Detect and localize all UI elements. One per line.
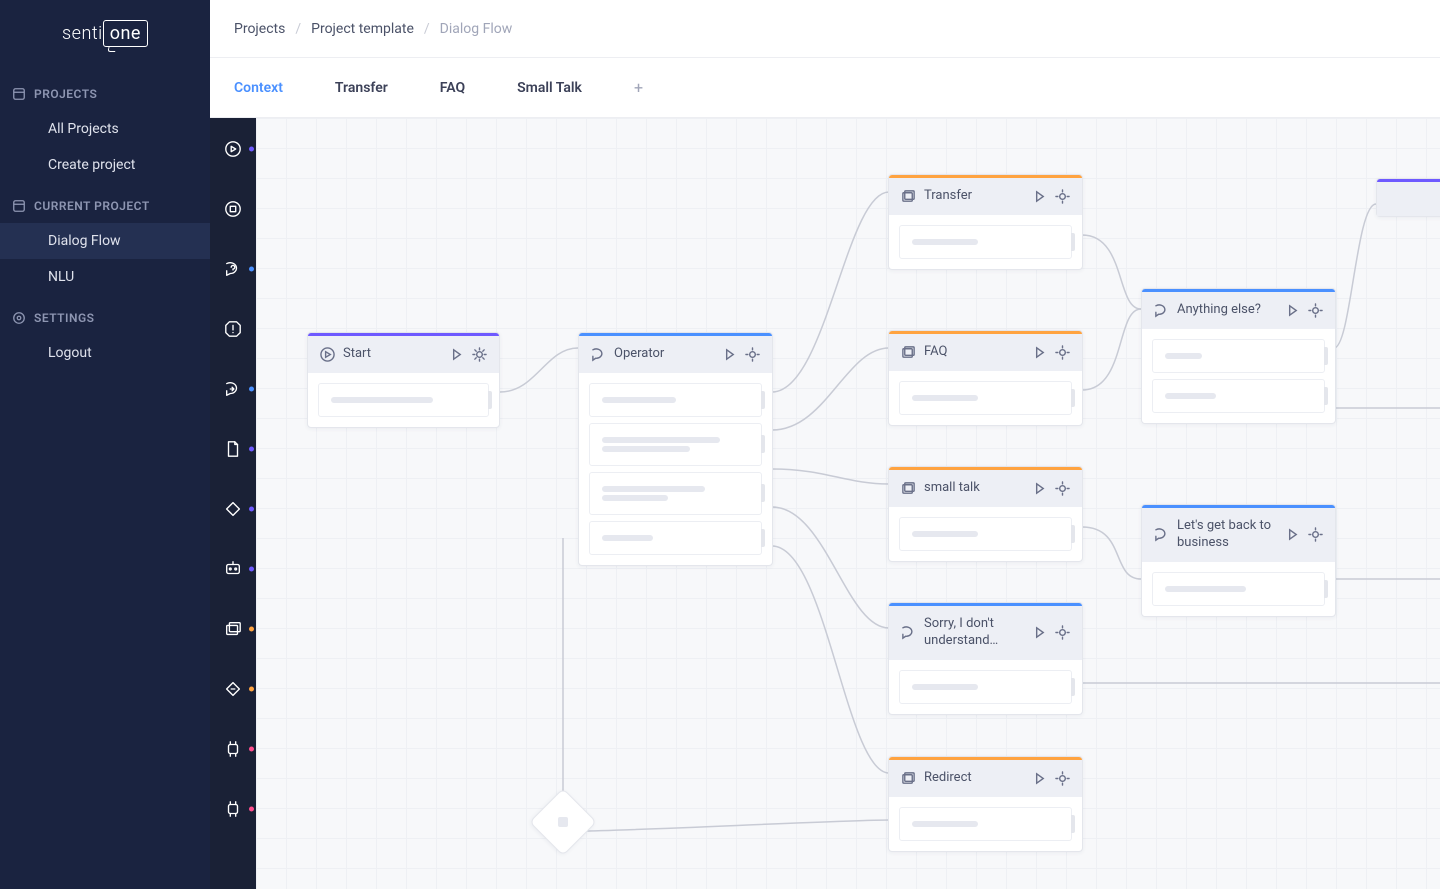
node-back-to-business[interactable]: Let's get back to business [1141, 504, 1336, 617]
node-title: Redirect [924, 770, 1024, 787]
sidebar-item-all-projects[interactable]: All Projects [0, 111, 210, 147]
tab-add-button[interactable]: + [634, 78, 643, 97]
breadcrumb: Projects / Project template / Dialog Flo… [234, 21, 512, 37]
rail-tool-question[interactable] [222, 258, 244, 280]
nav-section-header-current: CURRENT PROJECT [0, 189, 210, 223]
node-small-talk[interactable]: small talk [888, 466, 1083, 562]
sidebar: senti one PROJECTS All Projects Create pr… [0, 0, 210, 889]
play-icon [320, 347, 335, 362]
tool-rail [210, 118, 256, 889]
play-icon[interactable] [1032, 345, 1047, 360]
gear-icon[interactable] [472, 347, 487, 362]
rail-tool-play[interactable] [222, 138, 244, 160]
gear-icon[interactable] [745, 347, 760, 362]
chat-icon [1154, 303, 1169, 318]
gear-icon[interactable] [1055, 771, 1070, 786]
breadcrumb-item-current: Dialog Flow [440, 21, 513, 37]
gear-icon[interactable] [1308, 527, 1323, 542]
node-title: Let's get back to business [1177, 518, 1277, 552]
play-icon[interactable] [1285, 527, 1300, 542]
gear-icon[interactable] [1308, 303, 1323, 318]
node-faq[interactable]: FAQ [888, 330, 1083, 426]
rail-tool-diamond-arrow[interactable] [222, 678, 244, 700]
node-title: Start [343, 346, 441, 363]
node-title: Sorry, I don't understand… [924, 616, 1024, 650]
node-title: Anything else? [1177, 302, 1277, 319]
settings-icon [12, 311, 26, 325]
canvas[interactable]: Start Operator Transfer [256, 118, 1440, 889]
chat-icon [901, 625, 916, 640]
play-icon[interactable] [1032, 481, 1047, 496]
gear-icon[interactable] [1055, 345, 1070, 360]
node-anything-else[interactable]: Anything else? [1141, 288, 1336, 424]
node-title: FAQ [924, 344, 1024, 361]
nav-section-label: SETTINGS [34, 311, 95, 325]
node-partial-right[interactable] [1376, 178, 1440, 217]
logo-box: one [110, 23, 141, 44]
play-icon[interactable] [722, 347, 737, 362]
logo: senti one [0, 0, 210, 71]
tab-context[interactable]: Context [234, 80, 283, 96]
rail-tool-stop[interactable] [222, 198, 244, 220]
gear-icon[interactable] [1055, 189, 1070, 204]
node-start[interactable]: Start [307, 332, 500, 428]
chat-icon [1154, 527, 1169, 542]
node-sorry[interactable]: Sorry, I don't understand… [888, 602, 1083, 715]
tabs-bar: Context Transfer FAQ Small Talk + [210, 58, 1440, 118]
node-redirect[interactable]: Redirect [888, 756, 1083, 852]
nav-section-label: PROJECTS [34, 87, 97, 101]
rail-tool-alert[interactable] [222, 318, 244, 340]
sidebar-item-create-project[interactable]: Create project [0, 147, 210, 183]
multi-icon [901, 771, 916, 786]
nav-section-label: CURRENT PROJECT [34, 199, 150, 213]
play-icon[interactable] [1032, 189, 1047, 204]
project-icon [12, 199, 26, 213]
multi-icon [901, 189, 916, 204]
multi-icon [901, 345, 916, 360]
breadcrumb-item-projects[interactable]: Projects [234, 21, 285, 37]
tab-transfer[interactable]: Transfer [335, 80, 388, 96]
node-operator[interactable]: Operator [578, 332, 773, 566]
rail-tool-plugin-a[interactable] [222, 738, 244, 760]
tab-small-talk[interactable]: Small Talk [517, 80, 582, 96]
gear-icon[interactable] [1055, 481, 1070, 496]
node-title: small talk [924, 480, 1024, 497]
tab-faq[interactable]: FAQ [440, 80, 465, 96]
node-title: Operator [614, 346, 714, 363]
gear-icon[interactable] [1055, 625, 1070, 640]
play-icon[interactable] [1032, 771, 1047, 786]
rail-tool-redirect[interactable] [222, 378, 244, 400]
rail-tool-multi[interactable] [222, 618, 244, 640]
rail-tool-bot[interactable] [222, 558, 244, 580]
play-icon[interactable] [449, 347, 464, 362]
node-title: Transfer [924, 188, 1024, 205]
logo-prefix: senti [62, 23, 103, 44]
rail-tool-plugin-b[interactable] [222, 798, 244, 820]
rail-tool-diamond[interactable] [222, 498, 244, 520]
chat-icon [591, 347, 606, 362]
projects-icon [12, 87, 26, 101]
rail-tool-document[interactable] [222, 438, 244, 460]
play-icon[interactable] [1032, 625, 1047, 640]
multi-icon [901, 481, 916, 496]
nav-section-header-settings: SETTINGS [0, 301, 210, 335]
breadcrumb-bar: Projects / Project template / Dialog Flo… [210, 0, 1440, 58]
play-icon[interactable] [1285, 303, 1300, 318]
sidebar-item-logout[interactable]: Logout [0, 335, 210, 371]
sidebar-item-dialog-flow[interactable]: Dialog Flow [0, 223, 210, 259]
sidebar-item-nlu[interactable]: NLU [0, 259, 210, 295]
breadcrumb-item-template[interactable]: Project template [311, 21, 414, 37]
node-transfer[interactable]: Transfer [888, 174, 1083, 270]
nav-section-header-projects: PROJECTS [0, 77, 210, 111]
